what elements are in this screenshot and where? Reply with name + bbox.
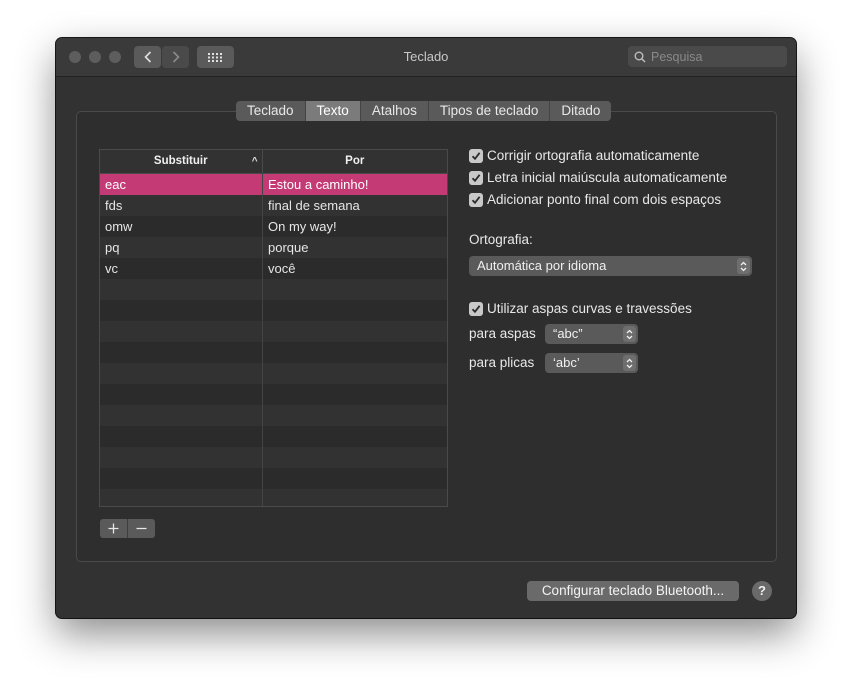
spelling-label: Ortografia: [469,232,533,247]
spelling-popup[interactable]: Automática por idioma [469,256,752,276]
empty-row [100,489,447,506]
table-row[interactable]: eac Estou a caminho! [100,174,447,195]
checkmark-icon [471,173,481,182]
tab-texto[interactable]: Texto [305,101,361,121]
checkmark-icon [471,151,481,160]
table-row[interactable]: vc você [100,258,447,279]
replace-cell: vc [105,261,118,276]
table-rows: eac Estou a caminho! fds final de semana… [100,174,447,506]
empty-row [100,279,447,300]
double-quotes-label: para aspas [469,326,536,341]
column-header-replace[interactable]: Substituir ^ [100,150,263,173]
correct-spelling-option[interactable]: Corrigir ortografia automaticamente [469,148,699,163]
title-bar: Teclado [56,38,796,77]
empty-row [100,405,447,426]
empty-row [100,342,447,363]
up-down-arrows-icon [623,355,636,371]
tab-teclado[interactable]: Teclado [236,101,306,121]
correct-spelling-checkbox[interactable] [469,148,483,163]
checkmark-icon [471,304,481,313]
period-double-space-checkbox[interactable] [469,192,483,207]
correct-spelling-label: Corrigir ortografia automaticamente [487,148,700,163]
with-cell: você [268,261,296,276]
with-cell: porque [268,240,309,255]
smart-quotes-option[interactable]: Utilizar aspas curvas e travessões [469,301,692,316]
empty-row [100,363,447,384]
search-field[interactable] [628,46,787,67]
empty-row [100,426,447,447]
double-quotes-popup-value: “abc” [553,326,583,341]
period-double-space-label: Adicionar ponto final com dois espaços [487,192,722,207]
search-input[interactable] [651,49,776,64]
column-divider [262,173,263,506]
capitalize-label: Letra inicial maiúscula automaticamente [487,170,728,185]
smart-quotes-checkbox[interactable] [469,301,483,316]
search-icon [634,51,646,63]
table-row[interactable]: fds final de semana [100,195,447,216]
column-header-with[interactable]: Por [263,150,447,173]
single-quotes-popup-value: ‘abc’ [553,355,580,370]
empty-row [100,468,447,489]
replace-cell: fds [105,198,123,213]
empty-row [100,321,447,342]
table-header: Substituir ^ Por [100,150,447,174]
capitalize-checkbox[interactable] [469,170,483,185]
replace-cell: pq [105,240,120,255]
add-button[interactable] [100,519,128,538]
text-replacement-table[interactable]: Substituir ^ Por eac Estou a caminho! fd… [99,149,448,507]
configure-bluetooth-keyboard-button[interactable]: Configurar teclado Bluetooth... [527,581,739,601]
sort-ascending-icon: ^ [251,156,258,167]
help-button[interactable]: ? [752,581,772,601]
plus-icon [108,523,119,534]
tab-atalhos[interactable]: Atalhos [361,101,429,121]
table-row[interactable]: pq porque [100,237,447,258]
double-quotes-popup[interactable]: “abc” [545,324,638,344]
single-quotes-popup[interactable]: ‘abc’ [545,353,638,373]
smart-quotes-label: Utilizar aspas curvas e travessões [487,301,692,316]
add-remove-buttons [100,519,155,538]
up-down-arrows-icon [737,258,750,274]
tab-tipos-de-teclado[interactable]: Tipos de teclado [429,101,551,121]
with-cell: final de semana [268,198,360,213]
checkmark-icon [471,195,481,204]
up-down-arrows-icon [623,326,636,342]
with-cell: On my way! [268,219,337,234]
remove-button[interactable] [128,519,155,538]
minus-icon [136,527,147,530]
replace-cell: eac [105,177,126,192]
single-quotes-label: para plicas [469,355,535,370]
empty-row [100,447,447,468]
table-row[interactable]: omw On my way! [100,216,447,237]
period-double-space-option[interactable]: Adicionar ponto final com dois espaços [469,192,721,207]
with-cell: Estou a caminho! [268,177,369,192]
capitalize-option[interactable]: Letra inicial maiúscula automaticamente [469,170,727,185]
tab-bar: Teclado Texto Atalhos Tipos de teclado D… [236,101,612,121]
replace-cell: omw [105,219,133,234]
column-header-replace-label: Substituir [153,155,208,167]
spelling-popup-value: Automática por idioma [477,258,607,273]
empty-row [100,384,447,405]
empty-row [100,300,447,321]
keyboard-preferences-window: Teclado Teclado Texto Atalhos Tipos de t… [56,38,796,618]
tab-ditado[interactable]: Ditado [550,101,611,121]
